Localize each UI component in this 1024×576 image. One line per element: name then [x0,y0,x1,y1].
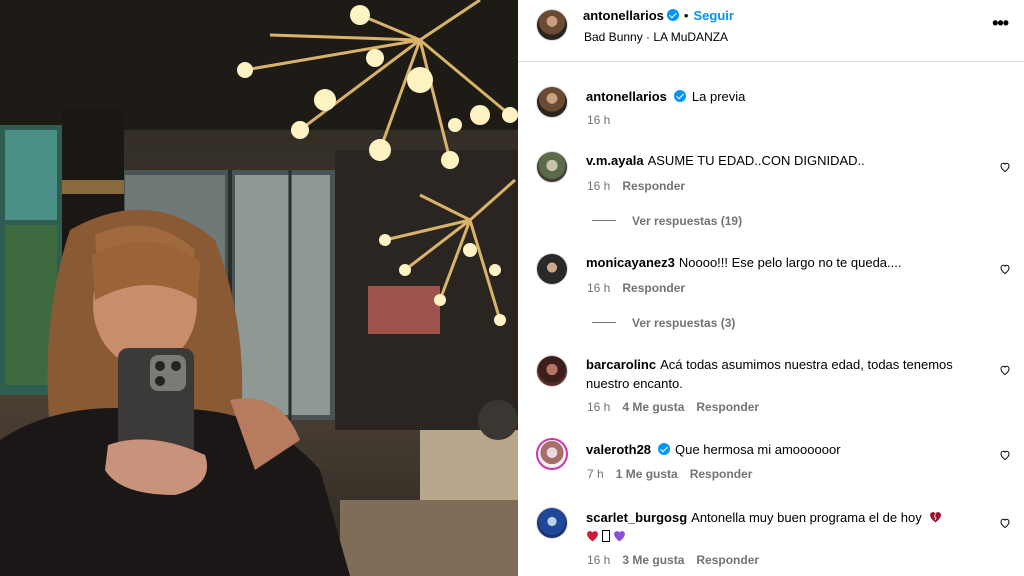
separator-dot: • [683,8,689,23]
reply-button[interactable]: Responder [696,400,759,414]
post-detail-panel: antonellarios • Seguir Bad Bunny · LA MuDA… [518,0,1024,576]
heart-outline-icon[interactable] [999,263,1011,275]
comment-time: 7 h [587,467,604,481]
broken-heart-emoji-icon [930,512,942,523]
comment-text: Noooo!!! Ese pelo largo no te queda.... [678,255,902,270]
comment-text: Antonella muy buen programa el de hoy [691,510,922,525]
verified-badge-icon [666,9,679,21]
view-replies-link[interactable]: Ver respuestas (19) [592,214,742,228]
view-replies-link[interactable]: Ver respuestas (3) [592,316,735,330]
comment-time: 16 h [587,281,611,295]
heart-outline-icon[interactable] [999,161,1011,173]
comment-time: 16 h [587,553,611,567]
reply-button[interactable]: Responder [622,281,685,295]
heart-outline-icon[interactable] [999,364,1011,376]
comment-text: Que hermosa mi amoooooor [675,442,841,457]
comment-time: 16 h [587,179,611,193]
commenter-avatar[interactable] [536,151,568,183]
caption-text: La previa [691,89,746,104]
verified-badge-icon [673,90,686,102]
comment-username[interactable]: barcarolinc [586,357,656,372]
comment-username[interactable]: scarlet_burgosg [586,510,687,525]
comment-username[interactable]: monicayanez3 [586,255,675,270]
comment-text: ASUME TU EDAD..CON DIGNIDAD.. [647,153,865,168]
caption-avatar[interactable] [536,86,568,118]
verified-badge-icon [658,443,671,455]
heart-outline-icon[interactable] [999,449,1011,461]
reply-button[interactable]: Responder [690,467,753,481]
commenter-avatar[interactable] [536,438,568,470]
selfie-image [0,0,518,576]
caption-time: 16 h [587,113,611,127]
missing-glyph-icon [602,530,610,542]
comment-likes[interactable]: 4 Me gusta [622,400,684,414]
comment-time: 16 h [587,400,611,414]
author-avatar[interactable] [536,9,568,41]
reply-button[interactable]: Responder [696,553,759,567]
purple-heart-emoji-icon [614,531,625,542]
reply-button[interactable]: Responder [622,179,685,193]
author-line: antonellarios • Seguir [583,8,734,23]
commenter-avatar[interactable] [536,253,568,285]
post-header: antonellarios • Seguir Bad Bunny · LA MuDA… [518,0,1024,62]
comment-likes[interactable]: 1 Me gusta [616,467,678,481]
commenter-avatar[interactable] [536,355,568,387]
comment-username[interactable]: v.m.ayala [586,153,644,168]
red-heart-emoji-icon [587,531,598,542]
commenter-avatar[interactable] [536,507,568,539]
comment-likes[interactable]: 3 Me gusta [622,553,684,567]
heart-outline-icon[interactable] [999,517,1011,529]
comment-username[interactable]: valeroth28 [586,442,651,457]
author-username[interactable]: antonellarios [583,8,664,23]
caption-username[interactable]: antonellarios [586,89,667,104]
follow-button[interactable]: Seguir [693,8,733,23]
post-photo[interactable] [0,0,518,576]
audio-track-link[interactable]: Bad Bunny · LA MuDANZA [584,30,728,44]
more-options-icon[interactable]: ••• [992,14,1009,32]
